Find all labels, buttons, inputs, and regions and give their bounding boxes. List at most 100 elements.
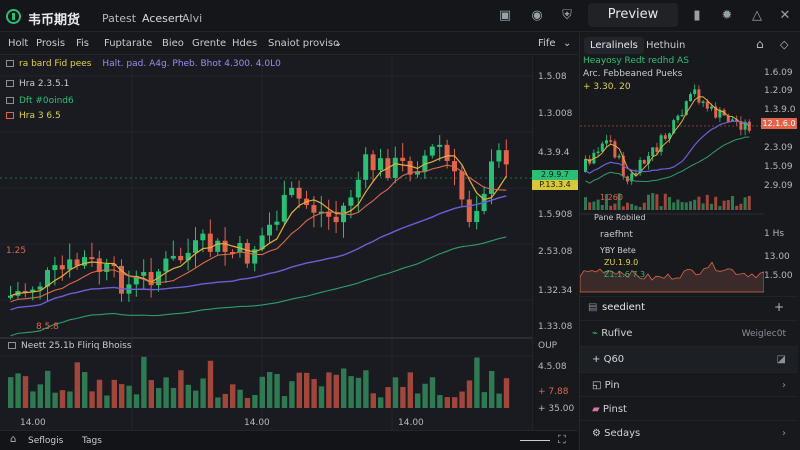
- tab-hethuin[interactable]: Hethuin: [640, 37, 691, 54]
- nav-item-acesert[interactable]: Acesert: [142, 12, 183, 25]
- candle-body: [474, 211, 480, 223]
- candle-body: [215, 240, 221, 252]
- mini-tick: 1.2.09: [764, 86, 793, 96]
- candle-body: [392, 157, 398, 178]
- volume-bar: [30, 391, 36, 408]
- volume-bar: [82, 372, 88, 408]
- volume-bar: [496, 393, 502, 408]
- mini-volume-bar: [647, 194, 650, 210]
- mini-volume-bar: [710, 203, 713, 210]
- fullscreen-icon[interactable]: ⛶: [558, 433, 566, 447]
- side-info-line-1: Heayosy Redt redhd AS: [583, 56, 689, 66]
- gear-icon[interactable]: ✹: [718, 7, 736, 25]
- candle-body: [400, 157, 406, 161]
- add-icon[interactable]: +: [774, 300, 784, 314]
- moving-average-orange: [10, 164, 507, 303]
- tab-leralinels[interactable]: Leralinels: [584, 37, 644, 54]
- price-tick: OUP: [538, 341, 558, 351]
- candle-body: [348, 197, 354, 206]
- mini-candle-body: [693, 89, 697, 95]
- tool-fuptarate[interactable]: Fuptarate: [104, 38, 152, 49]
- moving-average-yellow: [10, 155, 507, 297]
- legend-row-3[interactable]: Dft #0oind6: [6, 96, 74, 106]
- nav-item-alvi[interactable]: Alvi: [182, 12, 202, 25]
- tag-icon[interactable]: ◇: [780, 38, 788, 51]
- candle-body: [296, 187, 302, 199]
- candle-body: [267, 224, 272, 236]
- candle-body: [355, 179, 361, 198]
- legend-row-2[interactable]: Hra 2.3.5.1: [6, 79, 69, 89]
- tool-hdes[interactable]: Hdes: [232, 38, 257, 49]
- volume-legend[interactable]: Neett 25.1b Fliriq Bhoiss: [8, 341, 132, 351]
- mini-volume-bar: [701, 203, 705, 210]
- chevron-down-icon[interactable]: ⌄: [563, 38, 571, 49]
- volume-bar: [378, 397, 384, 408]
- tool-snapshot-preview[interactable]: Snaiot proviso: [268, 38, 339, 49]
- mini-candle-body: [697, 89, 701, 103]
- bookmark-icon: ▰: [592, 404, 600, 415]
- candle-body: [274, 221, 280, 225]
- candle-body: [459, 171, 465, 200]
- mini-volume-bar: [609, 205, 613, 210]
- volume-bar: [15, 373, 21, 408]
- mini-volume-bar: [743, 197, 747, 210]
- menu-item-pin[interactable]: ◱ Pin ›: [580, 372, 798, 398]
- menu-item-rufive[interactable]: ⌁ Rufive Weiglec0t: [580, 320, 798, 346]
- mini-volume-bar: [634, 205, 638, 210]
- status-bar: ⌂ Seflogis Tags ⛶: [0, 430, 578, 450]
- mini-candle-body: [613, 141, 617, 158]
- mini-volume-bar: [638, 206, 642, 210]
- volume-bar: [415, 393, 421, 408]
- toolbar-right-label[interactable]: Fife: [538, 38, 555, 49]
- shield-icon[interactable]: ⛨: [558, 7, 576, 25]
- legend-text: Hra 2.3.5.1: [19, 79, 70, 89]
- home-icon[interactable]: ⌂: [10, 434, 16, 445]
- chevron-down-icon[interactable]: ⌄: [334, 38, 342, 49]
- more-icon[interactable]: ◪: [777, 347, 786, 373]
- tool-fis[interactable]: Fis: [76, 38, 89, 49]
- mini-legend: Pane Robiled: [594, 213, 646, 222]
- menu-item-q60[interactable]: + Q60 ◪: [580, 346, 798, 372]
- legend-row-4[interactable]: Hra 3 6.5: [6, 111, 61, 121]
- tool-prosis[interactable]: Prosis: [36, 38, 65, 49]
- main-chart-area[interactable]: [0, 56, 578, 430]
- status-left-label[interactable]: Seflogis: [28, 436, 63, 446]
- mini-volume-bar: [731, 195, 734, 210]
- nav-item-patest[interactable]: Patest: [102, 12, 136, 25]
- volume-bar: [452, 397, 458, 408]
- tool-holt[interactable]: Holt: [8, 38, 28, 49]
- mini-candle-body: [705, 101, 709, 109]
- status-tags-label[interactable]: Tags: [82, 436, 102, 446]
- mini-candle-body: [689, 94, 692, 102]
- time-tick: 14.00: [244, 418, 270, 428]
- mini-volume-bar: [718, 206, 722, 210]
- mini-price-marker: 12.1.6.0: [761, 118, 797, 129]
- alert-icon[interactable]: △: [748, 7, 766, 25]
- mini-volume-bar: [659, 206, 663, 210]
- price-tick: 1.5.08: [538, 72, 567, 82]
- mini-volume-bar: [747, 195, 751, 210]
- close-icon[interactable]: ✕: [776, 7, 794, 25]
- mini-ma-yellow: [585, 96, 750, 177]
- volume-bar: [333, 374, 339, 408]
- zoom-slider[interactable]: [520, 440, 550, 441]
- volume-bar: [363, 370, 369, 408]
- calendar-icon[interactable]: ▣: [496, 7, 514, 25]
- tool-bieo[interactable]: Bieo: [162, 38, 184, 49]
- bar-chart-icon[interactable]: ▮: [688, 7, 706, 25]
- home-icon[interactable]: ⌂: [756, 37, 764, 51]
- account-icon[interactable]: ◉: [528, 7, 546, 25]
- menu-item-sedays[interactable]: ⚙ Sedays ›: [580, 420, 798, 446]
- legend-row-1[interactable]: ra bard Fid pees Halt. pad. A4g. Pheb. B…: [6, 59, 281, 69]
- mini-volume-bar: [626, 202, 629, 210]
- volume-bar: [126, 385, 132, 408]
- tool-grente[interactable]: Grente: [192, 38, 226, 49]
- mini-volume-bar: [600, 205, 604, 210]
- candlestick-chart[interactable]: [0, 56, 578, 430]
- price-tick: 1.5.908: [538, 210, 573, 220]
- preview-button[interactable]: Preview: [588, 3, 678, 27]
- volume-bar: [193, 390, 199, 408]
- candle-body: [378, 158, 383, 171]
- menu-item-pinst[interactable]: ▰ Pinst: [580, 396, 798, 422]
- volume-bar: [52, 392, 58, 408]
